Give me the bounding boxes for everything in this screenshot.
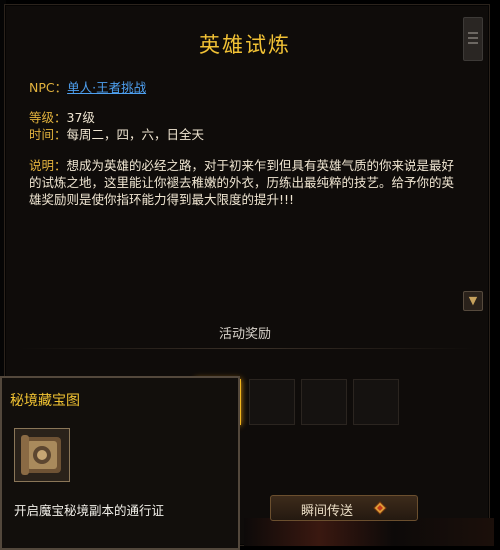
level-row: 等级：37级 [29, 109, 95, 126]
decorative-frame [244, 518, 494, 546]
teleport-button[interactable]: 瞬间传送 [270, 495, 418, 521]
npc-row: NPC：单人·王者挑战 [29, 79, 146, 96]
level-label: 等级： [29, 110, 67, 125]
panel-title: 英雄试炼 [199, 33, 291, 57]
npc-link[interactable]: 单人·王者挑战 [67, 80, 146, 95]
desc-label: 说明： [29, 158, 67, 173]
reward-slot-empty[interactable] [249, 379, 295, 425]
description: 说明：想成为英雄的必经之路，对于初来乍到但具有英雄气质的你来说是最好的试炼之地，… [29, 157, 459, 208]
scrollbar[interactable]: ▼ [463, 17, 483, 313]
rewards-heading: 活动奖励 [218, 327, 271, 342]
tooltip-title: 秘境藏宝图 [10, 393, 80, 409]
chevron-down-icon: ▼ [468, 294, 478, 307]
time-label: 时间： [29, 127, 67, 142]
scroll-down-button[interactable]: ▼ [463, 291, 483, 311]
teleport-icon [373, 501, 387, 515]
tooltip-description: 开启魔宝秘境副本的通行证 [14, 503, 165, 518]
reward-slot-empty[interactable] [301, 379, 347, 425]
teleport-label: 瞬间传送 [301, 504, 354, 519]
treasure-map-icon [14, 428, 70, 482]
npc-label: NPC： [29, 80, 68, 95]
scroll-thumb[interactable] [463, 17, 483, 61]
desc-text: 想成为英雄的必经之路，对于初来乍到但具有英雄气质的你来说是最好的试炼之地，这里能… [29, 158, 455, 207]
level-value: 37级 [66, 110, 95, 125]
divider [19, 348, 475, 349]
reward-slot-empty[interactable] [353, 379, 399, 425]
item-tooltip: 秘境藏宝图 开启魔宝秘境副本的通行证 [0, 376, 240, 550]
time-row: 时间：每周二，四，六，日全天 [29, 126, 204, 143]
time-value: 每周二，四，六，日全天 [66, 127, 205, 142]
